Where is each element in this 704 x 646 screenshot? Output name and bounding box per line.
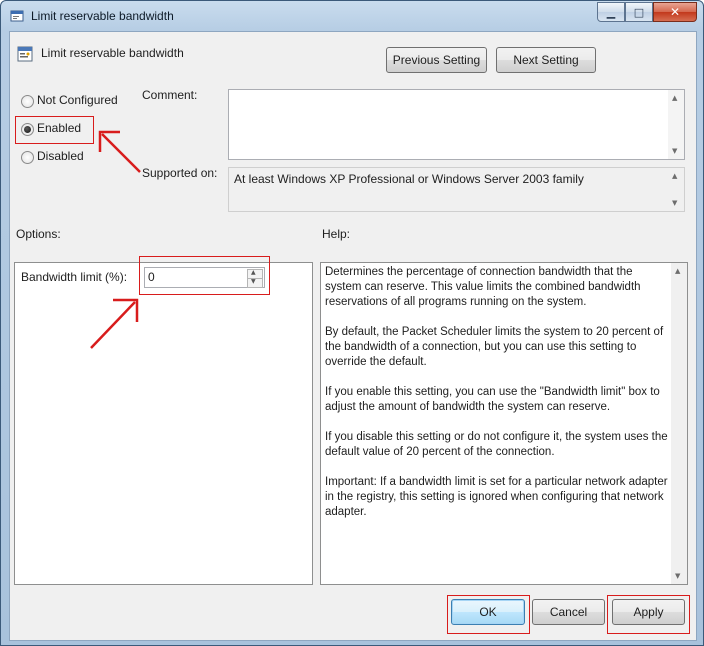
supported-on-label: Supported on:: [142, 166, 218, 180]
close-icon: ✕: [669, 5, 681, 19]
maximize-button[interactable]: □: [625, 2, 653, 22]
next-setting-button[interactable]: Next Setting: [496, 47, 596, 73]
help-scrollbar[interactable]: ▲ ▼: [671, 263, 687, 584]
scroll-up-icon[interactable]: ▲: [675, 267, 680, 275]
comment-label: Comment:: [142, 88, 198, 102]
options-panel: Bandwidth limit (%): 0 ▲ ▼: [14, 262, 313, 585]
comment-textarea[interactable]: ▲ ▼: [228, 89, 685, 160]
scroll-down-icon[interactable]: ▼: [675, 572, 680, 580]
scroll-up-icon[interactable]: ▲: [672, 94, 677, 102]
help-text: Determines the percentage of connection …: [325, 265, 669, 535]
supported-on-value: At least Windows XP Professional or Wind…: [234, 172, 584, 186]
help-panel: Determines the percentage of connection …: [320, 262, 688, 585]
minimize-button[interactable]: ▁: [597, 2, 625, 22]
enabled-highlight-box: [15, 116, 94, 144]
annotation-arrow-bandwidth: [90, 298, 139, 349]
scroll-up-icon[interactable]: ▲: [672, 172, 677, 180]
setting-icon: [17, 46, 33, 62]
help-paragraph: If you enable this setting, you can use …: [325, 386, 660, 413]
ok-highlight-box: [447, 595, 530, 634]
help-paragraph: Determines the percentage of connection …: [325, 266, 641, 308]
supported-on-box: At least Windows XP Professional or Wind…: [228, 167, 685, 212]
scroll-down-icon[interactable]: ▼: [672, 147, 677, 155]
policy-icon: [10, 10, 24, 22]
maximize-icon: □: [633, 5, 645, 19]
options-label: Options:: [16, 227, 61, 241]
cancel-button[interactable]: Cancel: [532, 599, 605, 625]
caption-buttons: ▁ □ ✕: [597, 2, 697, 22]
disabled-label[interactable]: Disabled: [37, 149, 84, 163]
disabled-radio[interactable]: [21, 151, 34, 164]
help-paragraph: If you disable this setting or do not co…: [325, 431, 668, 458]
close-button[interactable]: ✕: [653, 2, 697, 22]
setting-name: Limit reservable bandwidth: [41, 46, 184, 60]
comment-scrollbar[interactable]: ▲ ▼: [668, 90, 684, 159]
help-paragraph: Important: If a bandwidth limit is set f…: [325, 476, 668, 518]
minimize-icon: ▁: [606, 5, 616, 19]
previous-setting-button[interactable]: Previous Setting: [386, 47, 487, 73]
window-title: Limit reservable bandwidth: [31, 9, 174, 23]
scroll-down-icon[interactable]: ▼: [672, 199, 677, 207]
not-configured-radio[interactable]: [21, 95, 34, 108]
bandwidth-highlight-box: [139, 256, 270, 295]
title-bar[interactable]: Limit reservable bandwidth ▁ □ ✕: [1, 1, 703, 31]
supported-scrollbar[interactable]: ▲ ▼: [668, 168, 684, 211]
help-paragraph: By default, the Packet Scheduler limits …: [325, 326, 664, 368]
not-configured-label[interactable]: Not Configured: [37, 93, 118, 107]
policy-setting-window: Limit reservable bandwidth ▁ □ ✕ Limit r…: [0, 0, 704, 646]
help-label: Help:: [322, 227, 351, 241]
apply-highlight-box: [607, 595, 690, 634]
annotation-arrow-enabled: [98, 130, 141, 173]
bandwidth-limit-label: Bandwidth limit (%):: [21, 270, 128, 284]
dialog-client-area: Limit reservable bandwidth Previous Sett…: [9, 31, 697, 641]
